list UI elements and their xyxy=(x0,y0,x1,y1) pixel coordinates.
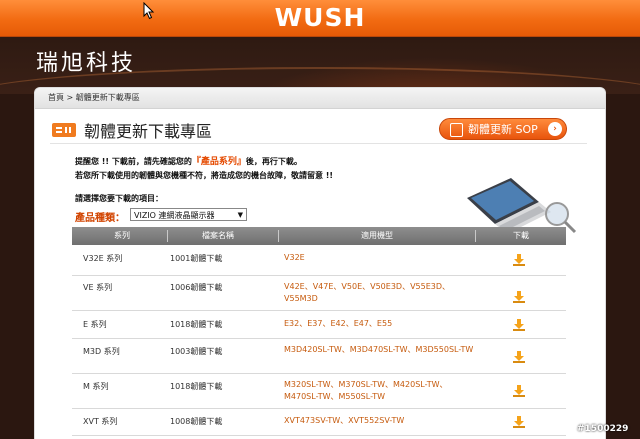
title-divider xyxy=(50,143,587,144)
content-panel: 首頁 > 韌體更新下載專區 韌體更新下載專區 韌體更新 SOP › 提醒您 !!… xyxy=(35,88,605,439)
download-icon[interactable] xyxy=(512,290,526,304)
mouse-cursor-icon xyxy=(143,2,155,20)
models-cell: E32、E37、E42、E47、E55 xyxy=(284,319,393,328)
series-cell: V32E 系列 xyxy=(83,254,123,263)
models-cell: M320SL-TW、M370SL-TW、M420SL-TW、M470SL-TW、… xyxy=(284,380,448,401)
firmware-icon xyxy=(52,123,76,137)
arrow-right-icon: › xyxy=(548,122,562,136)
table-row: M 系列 1018韌體下載 M320SL-TW、M370SL-TW、M420SL… xyxy=(72,374,566,409)
series-cell: M3D 系列 xyxy=(83,347,120,356)
category-select[interactable]: VIZIO 連網液晶顯示器 ▼ xyxy=(130,208,247,221)
brand-logo-text: WUSH xyxy=(274,3,366,32)
image-watermark: #1500229 xyxy=(577,424,629,434)
table-header: 系列 檔案名稱 適用機型 下載 xyxy=(72,227,566,245)
models-cell: M3D420SL-TW、M3D470SL-TW、M3D550SL-TW xyxy=(284,345,474,354)
page-title: 韌體更新下載專區 xyxy=(84,122,213,141)
models-cell: V42E、V47E、V50E、V50E3D、V55E3D、V55M3D xyxy=(284,282,451,303)
breadcrumb-text[interactable]: 首頁 > 韌體更新下載專區 xyxy=(48,93,140,102)
category-select-value: VIZIO 連網液晶顯示器 xyxy=(134,211,215,220)
file-link[interactable]: 1008韌體下載 xyxy=(170,416,222,427)
sop-button[interactable]: 韌體更新 SOP › xyxy=(439,118,567,140)
product-series-highlight: 『產品系列』 xyxy=(191,157,246,167)
document-icon xyxy=(450,123,463,137)
models-cell: V32E xyxy=(284,253,305,262)
header-filename: 檔案名稱 xyxy=(202,231,234,240)
chevron-down-icon: ▼ xyxy=(237,211,243,219)
models-cell: XVT473SV-TW、XVT552SV-TW xyxy=(284,416,405,425)
file-link[interactable]: 1003韌體下載 xyxy=(170,346,222,357)
series-cell: XVT 系列 xyxy=(83,417,118,426)
select-prompt: 請選擇您要下載的項目： xyxy=(75,194,163,203)
download-icon[interactable] xyxy=(512,384,526,398)
download-icon[interactable] xyxy=(512,415,526,429)
header-models: 適用機型 xyxy=(361,231,393,240)
series-cell: VE 系列 xyxy=(83,283,113,292)
download-icon[interactable] xyxy=(512,350,526,364)
series-cell: E 系列 xyxy=(83,320,107,329)
notice-line-2: 若您所下載使用的韌體與您機種不符，將造成您的機台故障，敬請留意 !! xyxy=(75,171,334,180)
table-row: M3D 系列 1003韌體下載 M3D420SL-TW、M3D470SL-TW、… xyxy=(72,339,566,374)
download-icon[interactable] xyxy=(512,253,526,267)
notice-line-1: 提醒您 !! 下載前，請先確認您的『產品系列』後，再行下載。 xyxy=(75,157,302,167)
file-link[interactable]: 1018韌體下載 xyxy=(170,381,222,392)
series-cell: M 系列 xyxy=(83,382,109,391)
breadcrumb: 首頁 > 韌體更新下載專區 xyxy=(35,88,605,109)
header-download: 下載 xyxy=(513,231,529,240)
table-row: V32E 系列 1001韌體下載 V32E xyxy=(72,245,566,276)
download-table: 系列 檔案名稱 適用機型 下載 V32E 系列 1001韌體下載 V32E VE… xyxy=(72,227,566,436)
file-link[interactable]: 1006韌體下載 xyxy=(170,282,222,293)
table-row: E 系列 1018韌體下載 E32、E37、E42、E47、E55 xyxy=(72,311,566,339)
company-logo[interactable]: 瑞旭科技 xyxy=(36,45,136,77)
top-banner: WUSH xyxy=(0,0,640,37)
download-icon[interactable] xyxy=(512,318,526,332)
table-row: XVT 系列 1008韌體下載 XVT473SV-TW、XVT552SV-TW xyxy=(72,409,566,436)
site-header: 瑞旭科技 xyxy=(0,37,640,94)
file-link[interactable]: 1018韌體下載 xyxy=(170,319,222,330)
laptop-magnifier-illustration xyxy=(467,178,577,234)
file-link[interactable]: 1001韌體下載 xyxy=(170,253,222,264)
header-series: 系列 xyxy=(114,231,130,240)
sop-button-label: 韌體更新 SOP xyxy=(468,123,538,136)
category-label: 產品種類： xyxy=(75,213,125,224)
table-row: VE 系列 1006韌體下載 V42E、V47E、V50E、V50E3D、V55… xyxy=(72,276,566,311)
